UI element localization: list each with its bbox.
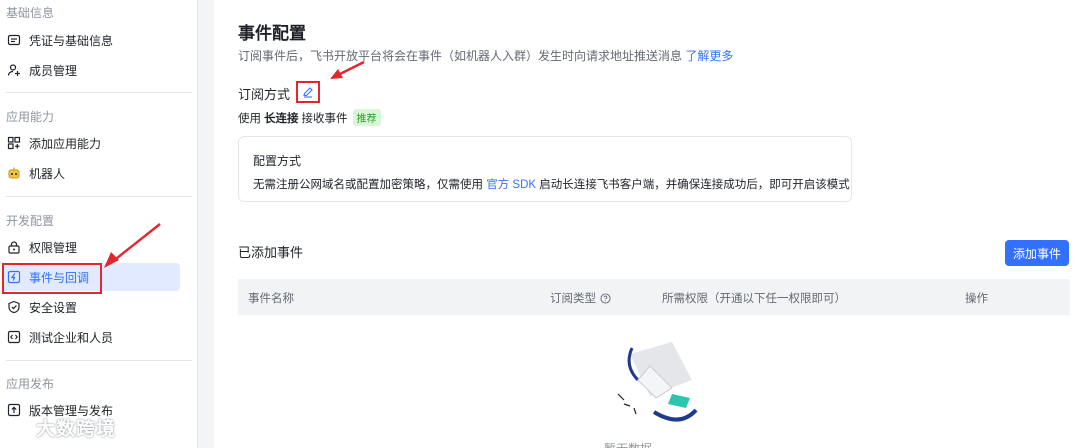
user-add-icon [7,63,21,77]
sdk-link[interactable]: 官方 SDK [486,179,536,191]
learn-more-link[interactable]: 了解更多 [685,49,733,63]
sidebar-item-label: 添加应用能力 [29,136,102,151]
config-desc-suffix: 启动长连接飞书客户端，并确保连接成功后，即可开启该模式 [539,179,850,191]
watermark: 大数跨境 [6,414,116,441]
sidebar-item-add-capability[interactable]: 添加应用能力 [2,129,180,157]
subscription-label: 订阅方式 [238,87,291,102]
code-icon [7,330,21,344]
sidebar-item-label: 测试企业和人员 [29,330,114,345]
sidebar-item-label: 成员管理 [29,63,78,78]
use-prefix: 使用 [238,112,261,125]
id-card-icon [7,33,21,47]
sidebar-item-test-users[interactable]: 测试企业和人员 [2,323,180,351]
help-icon[interactable] [600,292,611,304]
sidebar-item-credentials[interactable]: 凭证与基础信息 [2,26,180,54]
recommend-badge: 推荐 [352,109,381,126]
divider [6,196,192,197]
divider [6,360,192,361]
empty-box-illustration [617,342,698,422]
sidebar-item-label: 机器人 [29,166,66,181]
use-suffix: 接收事件 [301,112,348,125]
sidebar-item-label: 安全设置 [29,300,78,315]
config-card-title: 配置方式 [253,154,302,168]
add-event-button[interactable]: 添加事件 [1005,240,1069,266]
subscription-mode-line: 使用 长连接 接收事件 推荐 [238,109,381,126]
main-panel: 事件配置 订阅事件后，飞书开放平台将会在事件（如机器人入群）发生时向请求地址推送… [214,0,1080,448]
description-text: 订阅事件后，飞书开放平台将会在事件（如机器人入群）发生时向请求地址推送消息 [238,49,683,63]
config-desc-prefix: 无需注册公网域名或配置加密策略，仅需使用 [253,179,483,191]
section-title-release: 应用发布 [6,377,55,391]
config-card: 配置方式 无需注册公网域名或配置加密策略，仅需使用 官方 SDK 启动长连接飞书… [238,136,852,202]
divider [6,92,192,93]
subscription-mode: 长连接 [264,112,299,125]
page-title: 事件配置 [238,24,306,43]
empty-state-text: 暂无数据 [604,440,652,448]
column-actions: 操作 [965,293,988,305]
grid-add-icon [7,136,21,150]
events-section-title: 已添加事件 [238,245,304,260]
column-required-permissions: 所需权限（开通以下任一权限即可） [662,293,846,305]
annotation-box-events [2,263,102,294]
lock-icon [7,240,21,254]
config-card-description: 无需注册公网域名或配置加密策略，仅需使用 官方 SDK 启动长连接飞书客户端，并… [253,176,850,192]
shield-icon [7,300,21,314]
sidebar-item-label: 权限管理 [29,240,78,255]
section-title-basic: 基础信息 [6,6,55,20]
sidebar-item-members[interactable]: 成员管理 [2,56,180,84]
robot-icon [7,166,21,180]
sidebar-item-security[interactable]: 安全设置 [2,293,180,321]
sidebar-item-label: 凭证与基础信息 [29,33,114,48]
column-subscription-type: 订阅类型 [550,290,611,306]
section-title-capability: 应用能力 [6,110,55,124]
page-description: 订阅事件后，飞书开放平台将会在事件（如机器人入群）发生时向请求地址推送消息 了解… [238,47,733,64]
events-table-header: 事件名称 订阅类型 所需权限（开通以下任一权限即可） 操作 [238,279,1070,315]
pencil-icon [303,87,313,98]
edit-subscription-button[interactable] [296,81,320,103]
sidebar-item-permissions[interactable]: 权限管理 [2,233,180,261]
sidebar: 基础信息 凭证与基础信息 成员管理 应用能力 添加应用能力 机器人 开发配置 权… [0,0,198,448]
watermark-logo-icon [6,419,32,436]
watermark-text: 大数跨境 [36,419,117,440]
column-label: 订阅类型 [550,293,596,305]
column-event-name: 事件名称 [248,293,294,305]
sidebar-item-robot[interactable]: 机器人 [2,159,180,187]
section-title-dev: 开发配置 [6,214,55,228]
